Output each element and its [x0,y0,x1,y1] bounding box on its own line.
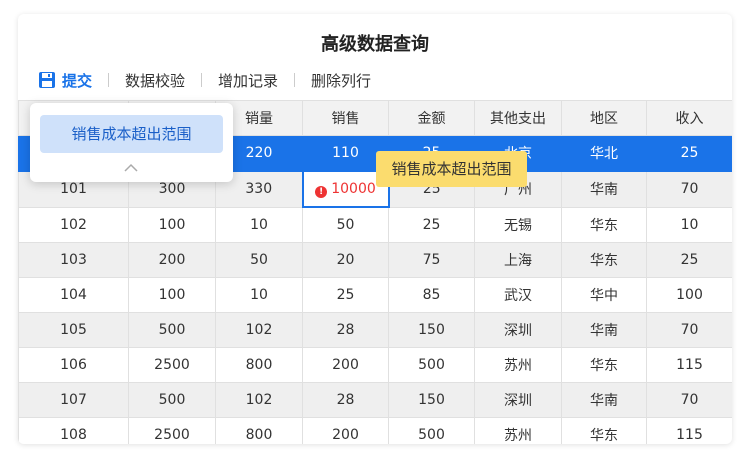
table-cell[interactable]: 108 [18,417,129,444]
table-cell[interactable]: 华中 [561,277,647,313]
table-row[interactable]: 102 100 10 50 25 无锡 华东 10 [18,206,732,243]
submit-label: 提交 [62,71,93,90]
table-row[interactable]: 108 2500 800 200 500 苏州 华东 115 [18,417,732,444]
table-cell[interactable]: 25 [302,277,389,313]
table-cell[interactable]: 深圳 [474,312,562,348]
table-cell[interactable]: 75 [388,242,475,278]
table-cell[interactable]: 105 [18,312,129,348]
table-cell[interactable]: 500 [388,347,475,383]
table-cell[interactable]: 200 [128,242,216,278]
table-cell[interactable]: 500 [128,382,216,418]
table-cell[interactable]: 25 [646,242,732,278]
table-row[interactable]: 106 2500 800 200 500 苏州 华东 115 [18,347,732,383]
table-cell[interactable]: 华东 [561,417,647,444]
table-cell[interactable]: 20 [302,242,389,278]
table-cell[interactable]: 苏州 [474,417,562,444]
table-cell[interactable]: 104 [18,277,129,313]
table-cell[interactable]: 102 [215,312,303,348]
table-cell[interactable]: 10 [646,206,732,243]
table-cell[interactable]: 106 [18,347,129,383]
chevron-up-icon[interactable] [124,163,138,173]
column-header[interactable]: 销售 [302,100,389,136]
table-cell[interactable]: 华东 [561,242,647,278]
column-header[interactable]: 地区 [561,100,647,136]
toolbar: 提交 数据校验 增加记录 删除列行 [38,66,371,94]
table-cell[interactable]: 200 [302,417,389,444]
table-row[interactable]: 104 100 10 25 85 武汉 华中 100 [18,277,732,313]
table-cell[interactable]: 10 [215,277,303,313]
table-cell[interactable]: 150 [388,382,475,418]
table-cell[interactable]: 70 [646,382,732,418]
table-cell[interactable]: 102 [18,206,129,243]
toolbar-divider [108,73,110,87]
table-cell[interactable]: 50 [215,242,303,278]
error-popover-button[interactable]: 销售成本超出范围 [40,115,223,153]
error-tooltip: 销售成本超出范围 [376,151,527,187]
table-cell[interactable]: 800 [215,417,303,444]
table-cell[interactable]: 28 [302,382,389,418]
table-cell[interactable]: 115 [646,417,732,444]
table-row[interactable]: 105 500 102 28 150 深圳 华南 70 [18,312,732,348]
table-cell[interactable]: 500 [128,312,216,348]
table-cell[interactable]: 无锡 [474,206,562,243]
error-icon: ! [315,185,328,198]
delete-row-button[interactable]: 删除列行 [311,70,371,91]
table-cell[interactable]: 85 [388,277,475,313]
save-icon [39,72,55,88]
table-cell[interactable]: 华东 [561,206,647,243]
table-cell[interactable]: 28 [302,312,389,348]
column-header[interactable]: 金额 [388,100,475,136]
table-cell[interactable]: 华南 [561,312,647,348]
table-cell[interactable]: 800 [215,347,303,383]
table-cell[interactable]: 华北 [561,135,647,172]
table-cell[interactable]: 70 [646,312,732,348]
column-header[interactable]: 收入 [646,100,732,136]
table-cell[interactable]: 107 [18,382,129,418]
table-cell[interactable]: 武汉 [474,277,562,313]
table-cell[interactable]: 苏州 [474,347,562,383]
table-cell[interactable]: 150 [388,312,475,348]
table-cell[interactable]: 70 [646,170,732,208]
table-cell[interactable]: 100 [128,206,216,243]
table-cell[interactable]: 25 [646,135,732,172]
toolbar-divider [201,73,203,87]
table-cell[interactable]: 500 [388,417,475,444]
table-cell[interactable]: 华东 [561,347,647,383]
table-row[interactable]: 103 200 50 20 75 上海 华东 25 [18,242,732,278]
table-cell[interactable]: 100 [646,277,732,313]
table-row[interactable]: 107 500 102 28 150 深圳 华南 70 [18,382,732,418]
add-record-button[interactable]: 增加记录 [218,70,278,91]
toolbar-divider [294,73,296,87]
table-cell[interactable]: 25 [388,206,475,243]
table-cell[interactable]: 华南 [561,382,647,418]
table-cell[interactable]: 50 [302,206,389,243]
column-header[interactable]: 其他支出 [474,100,562,136]
table-cell[interactable]: 200 [302,347,389,383]
table-cell[interactable]: 103 [18,242,129,278]
table-cell[interactable]: 102 [215,382,303,418]
error-popover: 销售成本超出范围 [30,103,233,182]
table-cell[interactable]: 100 [128,277,216,313]
error-cell-value: 10000 [331,180,376,197]
table-cell[interactable]: 上海 [474,242,562,278]
table-cell[interactable]: 115 [646,347,732,383]
submit-button[interactable]: 提交 [38,70,92,91]
table-cell[interactable]: 华南 [561,170,647,208]
table-cell[interactable]: 10 [215,206,303,243]
page-title: 高级数据查询 [321,34,429,55]
query-card: 高级数据查询 提交 数据校验 增加记录 删除列行 销量 销售 金额 其他支出 地区 收入 … [18,14,732,444]
validate-button[interactable]: 数据校验 [125,70,185,91]
table-cell[interactable]: 2500 [128,347,216,383]
table-cell[interactable]: 2500 [128,417,216,444]
table-cell[interactable]: 深圳 [474,382,562,418]
